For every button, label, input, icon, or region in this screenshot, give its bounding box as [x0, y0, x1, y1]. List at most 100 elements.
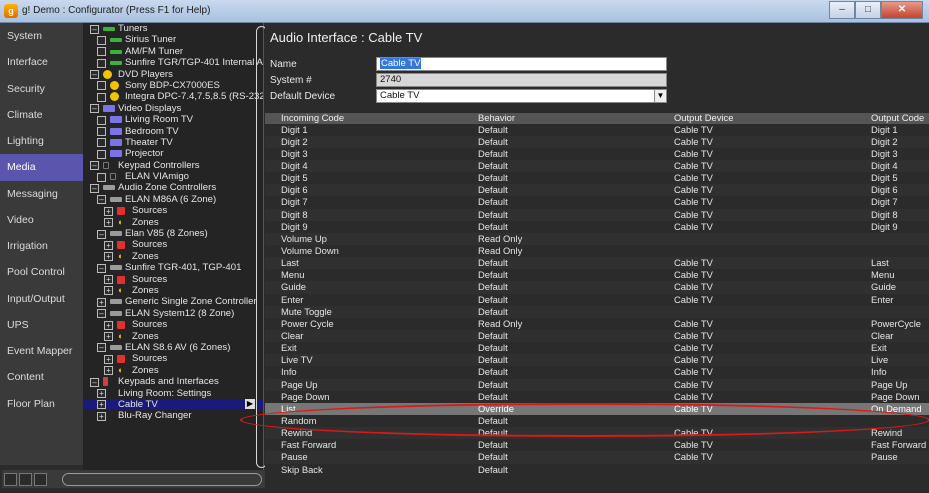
tree-item[interactable]: Sony BDP-CX7000ES	[83, 80, 263, 91]
tree-item[interactable]: – ELAN M86A (6 Zone)	[83, 194, 263, 205]
tree-item[interactable]: + ◖ Zones	[83, 285, 263, 296]
expand-icon[interactable]: +	[104, 275, 113, 285]
close-button[interactable]: ✕	[881, 1, 923, 19]
collapse-icon[interactable]: –	[90, 24, 99, 34]
expand-icon[interactable]: +	[97, 389, 106, 398]
maximize-button[interactable]: □	[855, 1, 881, 19]
nav-item-messaging[interactable]: Messaging	[0, 181, 83, 207]
tree-item[interactable]: Living Room TV	[83, 114, 263, 125]
tree-item[interactable]: Sunfire TGR/TGP-401 Internal AM	[83, 57, 263, 68]
tree-item[interactable]: + Blu-Ray Changer	[83, 410, 263, 421]
collapse-icon[interactable]: –	[90, 70, 99, 80]
tree-item[interactable]: – Keypad Controllers	[83, 160, 263, 171]
collapse-icon[interactable]: –	[97, 195, 106, 205]
tree-item[interactable]: – Elan V85 (8 Zones)	[83, 228, 263, 239]
table-row[interactable]: Digit 7 Default Cable TV Digit 7	[265, 196, 929, 208]
tree-item[interactable]: + ◖ Zones	[83, 331, 263, 342]
expand-icon[interactable]: +	[104, 320, 113, 330]
table-row[interactable]: Last Default Cable TV Last	[265, 257, 929, 270]
checkbox-icon[interactable]	[97, 115, 106, 125]
nav-item-lighting[interactable]: Lighting	[0, 128, 83, 154]
tree-item[interactable]: Projector	[83, 148, 263, 159]
checkbox-icon[interactable]	[97, 138, 106, 148]
table-row[interactable]: Digit 4 Default Cable TV Digit 4	[265, 160, 929, 173]
tree-item[interactable]: Theater TV	[83, 137, 263, 148]
name-field[interactable]: Cable TV	[376, 57, 667, 71]
expand-icon[interactable]: +	[104, 240, 113, 250]
expand-icon[interactable]: +	[97, 297, 106, 307]
expand-icon[interactable]: +	[104, 252, 113, 262]
play-arrow-icon[interactable]: ▶	[245, 399, 255, 410]
expand-icon[interactable]: +	[104, 218, 113, 228]
system-number-field[interactable]: 2740	[376, 73, 667, 87]
tree-item[interactable]: – Sunfire TGR-401, TGP-401	[83, 262, 263, 273]
collapse-icon[interactable]: –	[97, 343, 106, 353]
tree-item[interactable]: + Sources	[83, 353, 263, 364]
checkbox-icon[interactable]	[97, 58, 106, 68]
minimize-button[interactable]: –	[829, 1, 855, 19]
nav-item-content[interactable]: Content	[0, 364, 83, 390]
tree-item[interactable]: ELAN VIAmigo	[83, 171, 263, 182]
expand-icon[interactable]: +	[104, 332, 113, 342]
table-row[interactable]: Digit 9 Default Cable TV Digit 9	[265, 221, 929, 233]
nav-item-floor-plan[interactable]: Floor Plan	[0, 391, 83, 417]
tree-item[interactable]: + Generic Single Zone Controller	[83, 296, 263, 307]
expand-icon[interactable]: +	[104, 366, 113, 376]
tree-item[interactable]: – Tuners	[83, 23, 263, 34]
tree-item[interactable]: + ◖ Zones	[83, 217, 263, 228]
tree-item[interactable]: + ◖ Zones	[83, 365, 263, 376]
expand-icon[interactable]: +	[104, 286, 113, 296]
checkbox-icon[interactable]	[97, 172, 106, 182]
table-row[interactable]: Power Cycle Read Only Cable TV PowerCycle	[265, 318, 929, 330]
table-row[interactable]: Volume Down Read Only	[265, 245, 929, 257]
table-row[interactable]: Fast Forward Default Cable TV Fast Forward	[265, 439, 929, 451]
tree-item[interactable]: – ELAN System12 (8 Zone)	[83, 308, 263, 319]
tree-item[interactable]: – Audio Zone Controllers	[83, 182, 263, 193]
table-row[interactable]: Page Up Default Cable TV Page Up	[265, 378, 929, 391]
table-row[interactable]: Live TV Default Cable TV Live	[265, 354, 929, 367]
table-row[interactable]: Digit 3 Default Cable TV Digit 3	[265, 148, 929, 160]
table-row[interactable]: Digit 1 Default Cable TV Digit 1	[265, 124, 929, 136]
table-row[interactable]: Mute Toggle Default	[265, 305, 929, 318]
checkbox-icon[interactable]	[97, 35, 106, 45]
table-row[interactable]: Digit 5 Default Cable TV Digit 5	[265, 172, 929, 184]
tree-item[interactable]: + Sources	[83, 274, 263, 285]
nav-item-input-output[interactable]: Input/Output	[0, 286, 83, 312]
nav-item-irrigation[interactable]: Irrigation	[0, 233, 83, 259]
tree-item[interactable]: Integra DPC-7.4,7.5,8.5 (RS-232)	[83, 91, 263, 102]
table-row[interactable]: Volume Up Read Only	[265, 232, 929, 245]
table-row[interactable]: Digit 2 Default Cable TV Digit 2	[265, 135, 929, 148]
collapse-icon[interactable]: –	[90, 104, 99, 114]
tree-item[interactable]: – ELAN S8.6 AV (6 Zones)	[83, 342, 263, 353]
nav-item-system[interactable]: System	[0, 23, 83, 49]
nav-item-ups[interactable]: UPS	[0, 312, 83, 338]
tree-item[interactable]: – DVD Players	[83, 69, 263, 80]
collapse-icon[interactable]: –	[97, 309, 106, 319]
tree-item[interactable]: Sirius Tuner	[83, 34, 263, 45]
checkbox-icon[interactable]	[97, 127, 106, 137]
checkbox-icon[interactable]	[97, 92, 106, 102]
checkbox-icon[interactable]	[97, 81, 106, 91]
tree-item[interactable]: – Video Displays	[83, 103, 263, 114]
table-row[interactable]: Pause Default Cable TV Pause	[265, 451, 929, 464]
tree-item[interactable]: Bedroom TV	[83, 126, 263, 137]
table-row[interactable]: Guide Default Cable TV Guide	[265, 281, 929, 294]
nav-item-video[interactable]: Video	[0, 207, 83, 233]
tree-item[interactable]: + Sources	[83, 239, 263, 250]
nav-item-security[interactable]: Security	[0, 76, 83, 102]
collapse-icon[interactable]: –	[90, 183, 99, 193]
table-row[interactable]: Exit Default Cable TV Exit	[265, 342, 929, 354]
collapse-icon[interactable]: –	[90, 161, 99, 171]
nav-item-media[interactable]: Media	[0, 154, 83, 181]
tree-item[interactable]: – Keypads and Interfaces	[83, 376, 263, 387]
table-row[interactable]: Digit 8 Default Cable TV Digit 8	[265, 208, 929, 221]
collapse-icon[interactable]: –	[97, 229, 106, 239]
table-row[interactable]: Page Down Default Cable TV Page Down	[265, 391, 929, 403]
tree-item[interactable]: + Sources	[83, 205, 263, 216]
table-row[interactable]: Enter Default Cable TV Enter	[265, 294, 929, 306]
collapse-icon[interactable]: –	[97, 263, 106, 273]
horizontal-scrollbar[interactable]	[62, 473, 262, 486]
table-row[interactable]: Menu Default Cable TV Menu	[265, 269, 929, 281]
table-row[interactable]: Info Default Cable TV Info	[265, 366, 929, 378]
table-row[interactable]: Clear Default Cable TV Clear	[265, 329, 929, 343]
